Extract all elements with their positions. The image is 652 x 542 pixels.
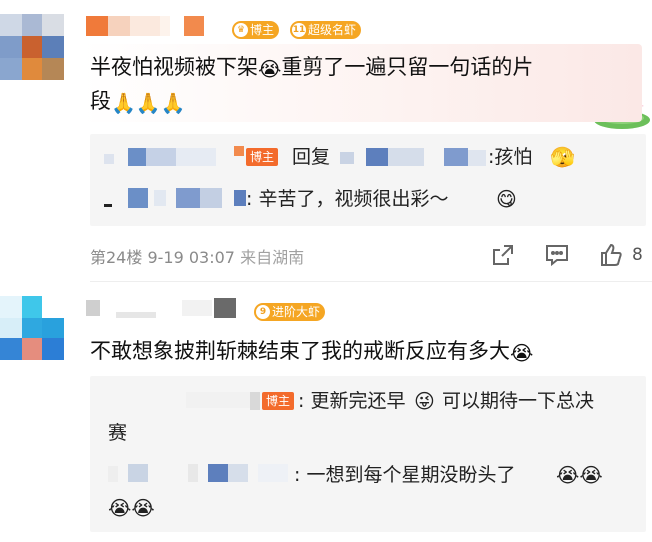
comment-text-part1: 不敢想象披荆斩棘结束了我的戒断反应有多大 xyxy=(90,339,510,363)
level-badge: 11 超级名虾 xyxy=(290,21,362,39)
comment-text: 半夜怕视频被下架😭重剪了一遍只留一句话的片 段🙏🙏🙏 xyxy=(90,50,630,118)
reply-text: :孩怕 xyxy=(488,146,533,168)
host-tag: 博主 xyxy=(246,148,279,166)
share-icon[interactable] xyxy=(490,242,516,268)
reply-text: : 一想到每个星期没盼头了 xyxy=(294,464,516,486)
crying-emoji: 😭 xyxy=(258,57,282,81)
comment-text: 不敢想象披荆斩棘结束了我的戒断反应有多大😭 xyxy=(90,334,533,368)
host-badge: ♛ 博主 xyxy=(232,21,280,39)
pray-emoji: 🙏🙏🙏 xyxy=(111,91,186,115)
reply-box[interactable]: 博主 回复 :孩怕 🫣 : 辛苦了，视频很出彩～ 😋 xyxy=(90,134,646,226)
yum-emoji: 😋 xyxy=(496,187,517,211)
level-icon: 11 xyxy=(292,23,306,37)
reply-prefix: 回复 xyxy=(292,146,331,168)
divider xyxy=(90,281,652,282)
host-badge-label: 博主 xyxy=(250,23,275,37)
comment-text-part2: 重剪了一遍只留一句话的片 xyxy=(281,55,534,79)
comment-location: 来自湖南 xyxy=(240,248,305,267)
crying-emoji: 😭 xyxy=(510,341,534,365)
reply-text-line2: 赛 xyxy=(108,422,128,444)
comment-text-part3: 段 xyxy=(90,89,111,113)
comment-meta: 第24楼 9-19 03:07 来自湖南 xyxy=(90,244,304,268)
level-badge-label: 进阶大虾 xyxy=(272,305,321,319)
comment-text-part1: 半夜怕视频被下架 xyxy=(90,55,258,79)
wink-emoji: 😜 xyxy=(414,389,435,413)
reply-text: : 更新完还早 xyxy=(298,390,406,412)
comment-icon[interactable] xyxy=(544,242,570,268)
like-icon[interactable] xyxy=(598,242,624,268)
floor-number: 第24楼 xyxy=(90,248,143,267)
username[interactable] xyxy=(86,298,246,320)
reply-text-cont: 可以期待一下总决 xyxy=(442,390,595,412)
host-tag: 博主 xyxy=(262,392,295,410)
level-badge: 9 进阶大虾 xyxy=(254,303,326,321)
crying-emoji: 😭😭 xyxy=(108,496,155,520)
avatar[interactable] xyxy=(0,14,64,80)
level-badge-label: 超级名虾 xyxy=(308,23,357,37)
level-icon: 9 xyxy=(256,305,270,319)
reply-box[interactable]: 博主 : 更新完还早 😜 可以期待一下总决 赛 : 一想到每个星期没盼头了 😭😭… xyxy=(90,376,646,532)
crown-icon: ♛ xyxy=(234,23,248,37)
like-count: 8 xyxy=(632,245,643,265)
reply-text: : 辛苦了，视频很出彩～ xyxy=(246,188,449,210)
crying-emoji: 😭😭 xyxy=(556,463,603,487)
avatar[interactable] xyxy=(0,296,64,360)
username[interactable] xyxy=(86,16,226,38)
hug-emoji: 🫣 xyxy=(550,145,575,169)
comment-date: 9-19 03:07 xyxy=(147,248,235,267)
